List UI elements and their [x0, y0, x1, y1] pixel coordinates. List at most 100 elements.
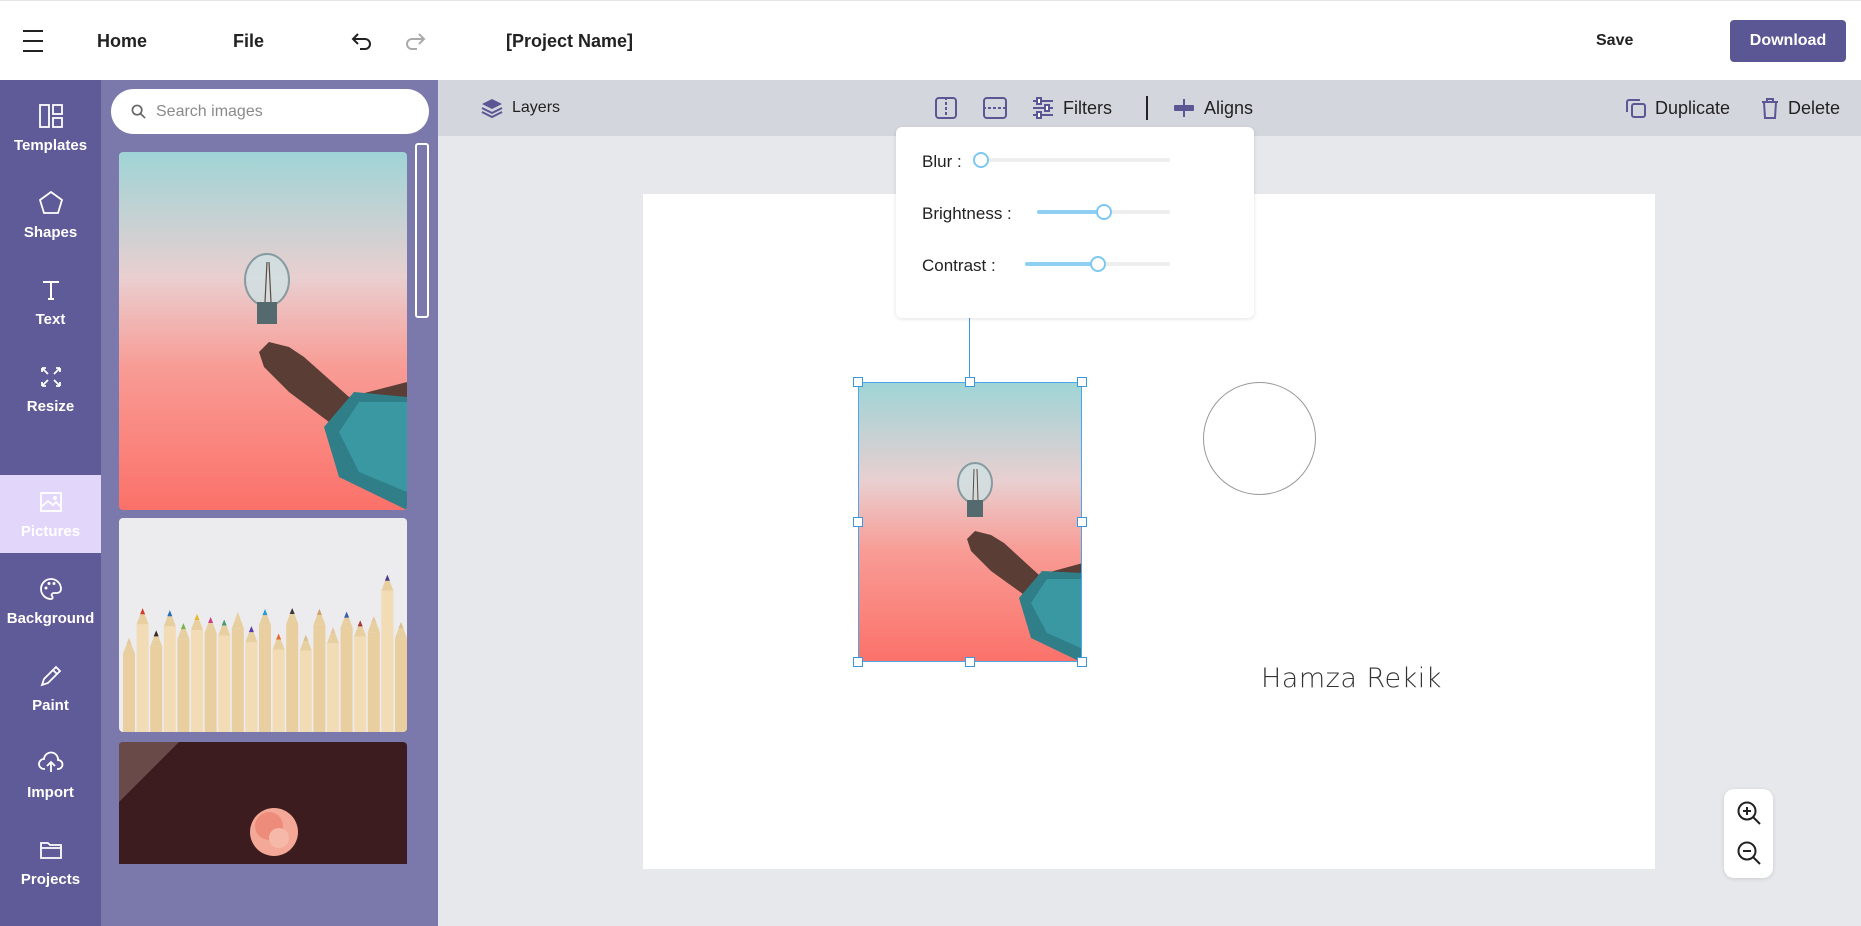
- resize-handle-e[interactable]: [1077, 517, 1087, 527]
- pencil-body: [286, 624, 299, 732]
- pencil-body: [313, 624, 326, 732]
- resize-icon: [40, 366, 61, 387]
- upload-icon: [37, 751, 63, 772]
- rail-label: Import: [27, 783, 74, 801]
- resize-handle-nw[interactable]: [853, 377, 863, 387]
- layers-label: Layers: [512, 99, 561, 116]
- rail-item-shapes[interactable]: Shapes: [0, 176, 101, 254]
- filters-popover: Blur : Brightness : Contrast :: [896, 127, 1254, 318]
- sliders-icon: [1033, 97, 1053, 119]
- lightbulb-hand-photo[interactable]: [119, 152, 407, 510]
- pencil-body: [354, 636, 367, 732]
- rail-item-resize[interactable]: Resize: [0, 350, 101, 428]
- home-menu[interactable]: Home: [97, 1, 147, 81]
- pencil-body: [191, 630, 203, 732]
- rotation-handle-line: [969, 318, 970, 382]
- rail-item-pictures[interactable]: Pictures: [0, 475, 101, 553]
- resize-handle-n[interactable]: [965, 377, 975, 387]
- rail-label: Templates: [13, 136, 88, 154]
- folder-icon: [39, 841, 62, 859]
- canvas-image-lightbulb[interactable]: [858, 382, 1082, 662]
- contrast-slider-knob[interactable]: [1089, 256, 1106, 272]
- left-nav-rail: Templates Shapes Text Resize Pictures Ba…: [0, 80, 101, 926]
- rail-label: Projects: [20, 870, 81, 888]
- templates-icon: [38, 103, 63, 128]
- duplicate-button[interactable]: Duplicate: [1625, 80, 1730, 136]
- resize-handle-sw[interactable]: [853, 657, 863, 667]
- duplicate-label: Duplicate: [1655, 97, 1731, 118]
- resize-handle-se[interactable]: [1077, 657, 1087, 667]
- pencil-body: [136, 624, 149, 732]
- pencil-body: [395, 638, 407, 732]
- brightness-slider[interactable]: [1037, 204, 1170, 220]
- duplicate-icon: [1626, 99, 1646, 118]
- undo-icon[interactable]: [350, 1, 374, 81]
- resize-handle-s[interactable]: [965, 657, 975, 667]
- pencil-body: [218, 635, 231, 732]
- contrast-slider-fill: [1025, 262, 1098, 266]
- pencil-body: [381, 590, 394, 732]
- brightness-slider-knob[interactable]: [1095, 204, 1112, 220]
- palette-icon: [39, 577, 62, 600]
- blur-label: Blur :: [922, 152, 962, 171]
- layers-icon: [481, 99, 503, 119]
- top-bar: Home File [Project Name] Save Download: [0, 0, 1861, 80]
- colored-pencils-photo[interactable]: [119, 518, 407, 732]
- redo-icon[interactable]: [403, 1, 427, 81]
- pencil-body: [163, 626, 176, 732]
- pencil-body: [327, 643, 339, 732]
- rail-item-templates[interactable]: Templates: [0, 89, 101, 167]
- pencil-body: [245, 642, 258, 732]
- search-input[interactable]: Search images: [111, 89, 429, 134]
- project-name[interactable]: [Project Name]: [506, 1, 633, 81]
- rail-item-background[interactable]: Background: [0, 562, 101, 640]
- rail-item-paint[interactable]: Paint: [0, 649, 101, 727]
- toolbar-divider: [1146, 96, 1148, 120]
- pencil-body: [259, 625, 271, 732]
- zoom-controls: [1724, 789, 1773, 878]
- file-menu[interactable]: File: [233, 1, 264, 81]
- blur-slider-knob[interactable]: [973, 152, 989, 168]
- brightness-label: Brightness :: [922, 204, 1012, 223]
- contrast-label: Contrast :: [922, 256, 996, 275]
- hamburger-menu-icon[interactable]: [22, 1, 44, 81]
- pentagon-icon: [38, 190, 63, 214]
- canvas-circle-shape[interactable]: [1203, 382, 1316, 495]
- pencil-icon: [40, 665, 61, 686]
- pencil-body: [367, 632, 380, 732]
- rail-label: Paint: [32, 696, 69, 714]
- aligns-label: Aligns: [1204, 97, 1254, 118]
- resize-handle-ne[interactable]: [1077, 377, 1087, 387]
- download-button[interactable]: Download: [1730, 20, 1846, 62]
- blur-slider[interactable]: [973, 152, 1170, 168]
- rail-item-import[interactable]: Import: [0, 736, 101, 814]
- delete-button[interactable]: Delete: [1760, 80, 1840, 136]
- pencil-body: [231, 628, 244, 732]
- workspace: Layers Filters Aligns Duplicate Delete H…: [438, 80, 1861, 926]
- rail-item-projects[interactable]: Projects: [0, 823, 101, 901]
- pink-rose-photo[interactable]: [119, 742, 407, 864]
- trash-icon: [1762, 98, 1778, 119]
- rail-label: Pictures: [20, 522, 81, 540]
- rail-label: Resize: [26, 397, 75, 415]
- layers-button[interactable]: Layers: [480, 80, 560, 136]
- panel-scrollbar[interactable]: [415, 143, 429, 318]
- save-button[interactable]: Save: [1596, 1, 1633, 81]
- rail-label: Shapes: [23, 223, 78, 241]
- zoom-out-icon[interactable]: [1736, 840, 1762, 866]
- pencil-body: [150, 646, 163, 732]
- pencil-body: [272, 649, 285, 732]
- pencil-body: [123, 654, 135, 732]
- rail-item-text[interactable]: Text: [0, 263, 101, 341]
- text-icon: [42, 280, 59, 300]
- pencil-body: [340, 627, 353, 732]
- filters-label: Filters: [1063, 97, 1112, 118]
- brightness-slider-fill: [1037, 210, 1104, 214]
- contrast-slider[interactable]: [1025, 256, 1170, 272]
- align-icon: [1174, 99, 1194, 117]
- resize-handle-w[interactable]: [853, 517, 863, 527]
- zoom-in-icon[interactable]: [1736, 800, 1762, 826]
- rail-label: Text: [35, 310, 66, 328]
- pencil-body: [177, 639, 190, 732]
- canvas-text[interactable]: Hamza Rekik: [1261, 663, 1442, 694]
